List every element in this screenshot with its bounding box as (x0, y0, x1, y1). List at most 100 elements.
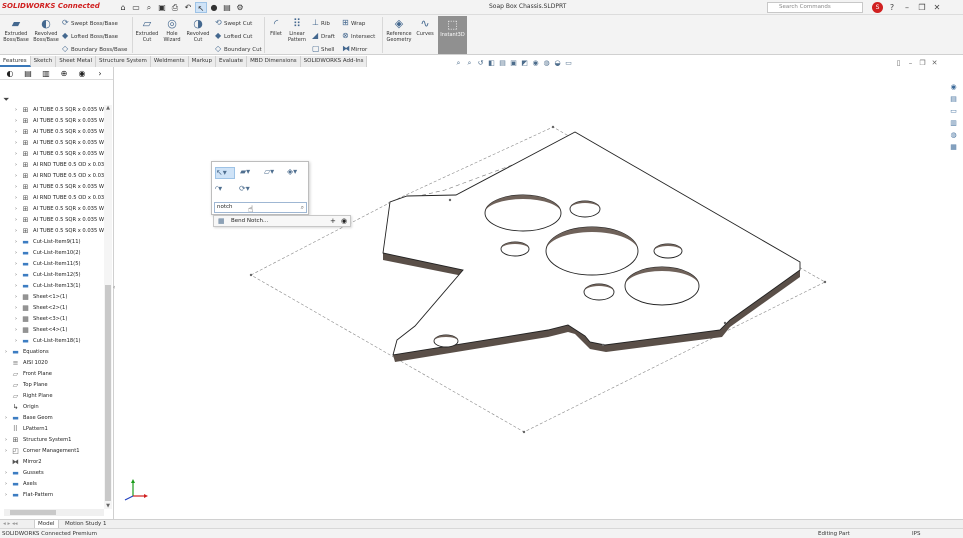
add-to-toolbar-icon[interactable]: + (330, 216, 336, 226)
save-icon[interactable]: ▣ (156, 2, 168, 13)
expand-chevron-icon[interactable]: › (13, 160, 19, 171)
tree-item[interactable]: › ▬ Cut-List-Item18(1) (0, 336, 104, 347)
fillet-button[interactable]: ◜ Fillet (266, 17, 286, 38)
split-view-icon[interactable]: ▯ (894, 59, 903, 67)
expand-chevron-icon[interactable]: › (13, 226, 19, 237)
expand-chevron-icon[interactable]: › (13, 204, 19, 215)
instant3d-button[interactable]: ⬚ Instant3D (438, 16, 467, 54)
appearances-icon[interactable]: ◍ (948, 130, 959, 140)
scroll-up-icon[interactable]: ▲ (104, 105, 112, 111)
expand-chevron-icon[interactable]: › (13, 336, 19, 347)
expand-chevron-icon[interactable]: › (13, 248, 19, 259)
tree-item[interactable]: ▱ Right Plane (0, 391, 104, 402)
expand-chevron-icon[interactable]: › (13, 303, 19, 314)
tree-item[interactable]: › ▬ Base Geom (0, 413, 104, 424)
tree-item[interactable]: › ▬ Flat-Pattern (0, 490, 104, 501)
mirror-button[interactable]: ⧓Mirror (342, 43, 367, 54)
tree-item[interactable]: › ▬ Cut-List-Item11(5) (0, 259, 104, 270)
display-manager-tab-icon[interactable]: ◉ (76, 67, 88, 79)
tree-item[interactable]: › ▬ Gussets (0, 468, 104, 479)
extruded-cut-button[interactable]: ▱ Extruded Cut (134, 17, 160, 43)
pattern-dropdown-icon[interactable]: ⟳▾ (239, 184, 250, 193)
select-tool-icon[interactable]: ↖▾ (215, 167, 235, 179)
boundary-boss-button[interactable]: ◇ Boundary Boss/Base (62, 43, 127, 54)
expand-chevron-icon[interactable]: › (13, 138, 19, 149)
linear-pattern-button[interactable]: ⠿ Linear Pattern (286, 17, 308, 43)
file-properties-icon[interactable]: ▤ (221, 2, 233, 13)
restore-icon[interactable]: ❐ (916, 2, 928, 13)
tab-sketch[interactable]: Sketch (30, 56, 57, 67)
expand-chevron-icon[interactable]: › (13, 105, 19, 116)
close-icon[interactable]: ✕ (931, 2, 943, 13)
swept-cut-button[interactable]: ⟲ Swept Cut (215, 17, 252, 28)
expand-chevron-icon[interactable]: › (3, 435, 9, 446)
features-dropdown-icon[interactable]: ◈▾ (287, 167, 297, 176)
tree-item[interactable]: › ⊞ AI RND TUBE 0.5 OD x 0.03... (0, 193, 109, 204)
scrollbar-thumb[interactable] (105, 285, 111, 501)
expand-chevron-icon[interactable]: › (3, 446, 9, 457)
tree-item[interactable]: › ⊞ AI TUBE 0.5 SQR x 0.035 W... (0, 116, 108, 127)
expand-chevron-icon[interactable]: › (13, 292, 19, 303)
property-manager-tab-icon[interactable]: ▤ (22, 67, 34, 79)
viewport-close-icon[interactable]: ✕ (930, 59, 939, 67)
tree-item[interactable]: › ▬ Cut-List-Item12(5) (0, 270, 104, 281)
tab-solidworks-add-ins[interactable]: SOLIDWORKS Add-Ins (300, 56, 368, 67)
print-icon[interactable]: ⎙ (169, 2, 181, 13)
revolved-cut-button[interactable]: ◑ Revolved Cut (185, 17, 211, 43)
tree-item[interactable]: › ▦ Sheet<1>(1) (0, 292, 104, 303)
tree-item[interactable]: › ▦ Sheet<3>(1) (0, 314, 104, 325)
tree-item[interactable]: › ⊞ AI TUBE 0.5 SQR x 0.035 W... (0, 204, 108, 215)
tree-item[interactable]: › ⊞ AI TUBE 0.5 SQR x 0.035 W... (0, 105, 108, 116)
tree-item[interactable]: ⠿ LPattern1 (0, 424, 104, 435)
tree-vertical-scrollbar[interactable]: ▲ ▼ (104, 105, 112, 509)
minimize-icon[interactable]: – (901, 2, 913, 13)
tab-structure-system[interactable]: Structure System (96, 56, 151, 67)
status-units[interactable]: IPS (912, 529, 920, 538)
search-suggestion-bend-notch[interactable]: ▦ Bend Notch... + ◉ (213, 215, 351, 227)
tree-item[interactable]: › ▦ Sheet<2>(1) (0, 303, 104, 314)
scrollbar-thumb[interactable] (10, 510, 56, 515)
tree-item[interactable]: › ⊞ AI TUBE 0.5 SQR x 0.035 W... (0, 149, 108, 160)
expand-chevron-icon[interactable]: › (13, 127, 19, 138)
select-icon[interactable]: ↖ (195, 2, 207, 13)
expand-chevron-icon[interactable]: › (13, 270, 19, 281)
expand-chevron-icon[interactable]: › (13, 215, 19, 226)
viewport-minimize-icon[interactable]: – (906, 59, 915, 67)
solidworks-resources-icon[interactable]: ◉ (948, 82, 959, 92)
tree-item[interactable]: › ▬ Cut-List-Item13(1) (0, 281, 104, 292)
expand-chevron-icon[interactable]: › (13, 116, 19, 127)
rebuild-icon[interactable]: ● (208, 2, 220, 13)
intersect-button[interactable]: ⊗ Intersect (342, 30, 375, 41)
tree-item[interactable]: ▱ Top Plane (0, 380, 104, 391)
tree-item[interactable]: ≡ AISI 1020 (0, 358, 104, 369)
expand-chevron-icon[interactable]: › (13, 182, 19, 193)
extrude-dropdown-icon[interactable]: ▰▾ (240, 167, 250, 176)
options-icon[interactable]: ⚙ (234, 2, 246, 13)
tree-item[interactable]: › ▬ Cut-List-Item10(2) (0, 248, 104, 259)
expand-chevron-icon[interactable]: › (3, 479, 9, 490)
hole-wizard-button[interactable]: ◎ Hole Wizard (160, 17, 184, 43)
tree-item[interactable]: ▱ Front Plane (0, 369, 104, 380)
help-icon[interactable]: ? (886, 2, 898, 13)
configuration-manager-tab-icon[interactable]: ▥ (40, 67, 52, 79)
file-explorer-icon[interactable]: ▭ (948, 106, 959, 116)
tree-item[interactable]: › ⊞ AI RND TUBE 0.5 OD x 0.03... (0, 171, 109, 182)
fillet-dropdown-icon[interactable]: ◜▾ (215, 184, 222, 193)
tree-item[interactable]: › ▦ Sheet<4>(1) (0, 325, 104, 336)
tree-horizontal-scrollbar[interactable] (4, 509, 104, 516)
lofted-boss-button[interactable]: ◆ Lofted Boss/Base (62, 30, 118, 41)
tab-sheet-metal[interactable]: Sheet Metal (56, 56, 97, 67)
tree-item[interactable]: › ⊞ AI TUBE 0.5 SQR x 0.035 W... (0, 215, 108, 226)
lofted-cut-button[interactable]: ◆ Lofted Cut (215, 30, 252, 41)
shell-button[interactable]: ▢Shell (312, 43, 334, 54)
view-palette-icon[interactable]: ▥ (948, 118, 959, 128)
tree-item[interactable]: › ▬ Equations (0, 347, 104, 358)
swept-boss-button-row[interactable]: ⟳ Swept Boss/Base (62, 17, 118, 28)
wrap-button[interactable]: ⊞ Wrap (342, 17, 365, 28)
extruded-boss-button[interactable]: ▰ Extruded Boss/Base (2, 17, 30, 43)
boundary-cut-button[interactable]: ◇ Boundary Cut (215, 43, 262, 54)
design-library-icon[interactable]: ▤ (948, 94, 959, 104)
tree-item[interactable]: › ⊞ AI TUBE 0.5 SQR x 0.035 W... (0, 138, 108, 149)
more-tabs-icon[interactable]: › (94, 67, 106, 79)
tree-item[interactable]: › ◰ Corner Management1 (0, 446, 104, 457)
